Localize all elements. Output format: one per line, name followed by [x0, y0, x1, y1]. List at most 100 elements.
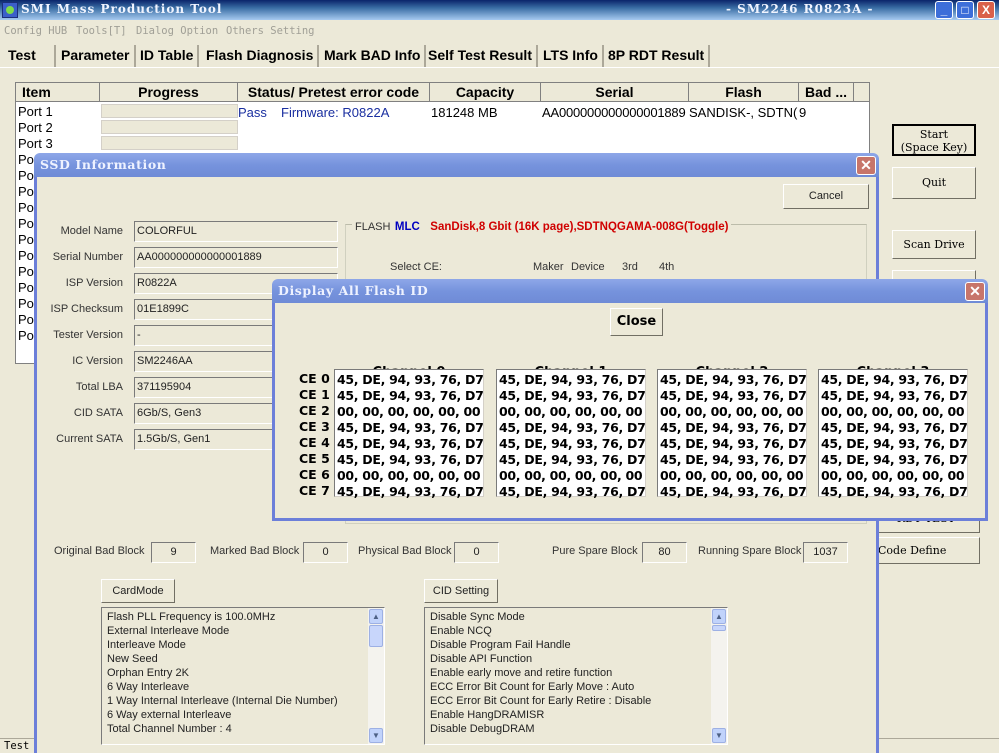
tab-test[interactable]: Test [4, 45, 56, 67]
start-button[interactable]: Start (Space Key) [892, 124, 976, 156]
channel-id-box[interactable]: 45, DE, 94, 93, 76, D7 45, DE, 94, 93, 76… [334, 369, 484, 499]
cancel-button[interactable]: Cancel [783, 184, 869, 209]
list-item[interactable]: 6 Way Interleave [107, 681, 189, 693]
col-bad[interactable]: Bad ... [799, 83, 854, 102]
flash-id-value: 00, 00, 00, 00, 00, 00 [337, 404, 481, 419]
list-item[interactable]: Enable HangDRAMISR [430, 709, 544, 721]
port-row-label[interactable]: Po [18, 232, 34, 247]
list-item[interactable]: Enable NCQ [430, 625, 492, 637]
menu-others-setting[interactable]: Others Setting [226, 25, 315, 37]
flash-prefix: FLASH [355, 221, 391, 233]
tab-parameter[interactable]: Parameter [57, 45, 136, 67]
col-progress[interactable]: Progress [100, 83, 238, 102]
tab-id-table[interactable]: ID Table [136, 45, 200, 67]
port-row-label[interactable]: Po [18, 264, 34, 279]
ce-label: CE 2 [299, 403, 330, 418]
flash-id-value: 45, DE, 94, 93, 76, D7 [337, 420, 484, 435]
scroll-up-icon[interactable]: ▲ [712, 609, 726, 624]
row1-status: Pass [238, 105, 267, 120]
port-row-label[interactable]: Po [18, 328, 34, 343]
window-version: - SM2246 R0823A - [726, 2, 874, 16]
flash-id-value: 00, 00, 00, 00, 00, 00 [499, 468, 643, 483]
cid-setting-list[interactable]: Disable Sync Mode Enable NCQ Disable Progr… [424, 607, 728, 745]
cid-scrollbar[interactable]: ▲ ▼ [711, 608, 727, 744]
quit-button[interactable]: Quit [892, 167, 976, 199]
list-item[interactable]: Disable DebugDRAM [430, 723, 535, 735]
code-define-button[interactable]: Code Define [872, 537, 980, 564]
maximize-button[interactable]: □ [956, 1, 974, 19]
menu-tools[interactable]: Tools[T] [76, 25, 127, 37]
col-serial[interactable]: Serial [541, 83, 689, 102]
list-item[interactable]: Total Channel Number : 4 [107, 723, 232, 735]
port-row-label[interactable]: Po [18, 216, 34, 231]
port-row-label[interactable]: Po [18, 168, 34, 183]
window-title: SMI Mass Production Tool [21, 2, 223, 16]
menu-config-hub[interactable]: Config HUB [4, 25, 67, 37]
list-item[interactable]: Disable Sync Mode [430, 611, 525, 623]
col-capacity[interactable]: Capacity [430, 83, 541, 102]
tab-self-test-result[interactable]: Self Test Result [424, 45, 538, 67]
list-item[interactable]: Enable early move and retire function [430, 667, 612, 679]
port-row-label[interactable]: Port 1 [18, 104, 53, 119]
col-item[interactable]: Item [16, 83, 100, 102]
scroll-down-icon[interactable]: ▼ [712, 728, 726, 743]
list-item[interactable]: ECC Error Bit Count for Early Move : Aut… [430, 681, 634, 693]
close-flash-id-button[interactable]: Close [610, 308, 663, 336]
list-item[interactable]: Interleave Mode [107, 639, 186, 651]
port-row-label[interactable]: Po [18, 200, 34, 215]
port-row-label[interactable]: Po [18, 248, 34, 263]
list-item[interactable]: Disable Program Fail Handle [430, 639, 571, 651]
field-label: Current SATA [56, 433, 123, 445]
port-row-label[interactable]: Po [18, 152, 34, 167]
ce-label: CE 4 [299, 435, 330, 450]
card-mode-button[interactable]: CardMode [101, 579, 175, 603]
physical-bad-block-field: 0 [454, 542, 499, 563]
ce-label: CE 3 [299, 419, 330, 434]
list-item[interactable]: Disable API Function [430, 653, 532, 665]
port-row-label[interactable]: Po [18, 280, 34, 295]
ce-label: CE 1 [299, 387, 330, 402]
flash-id-value: 45, DE, 94, 93, 76, D7 [499, 452, 646, 467]
channel-id-box[interactable]: 45, DE, 94, 93, 76, D7 45, DE, 94, 93, 76… [818, 369, 968, 499]
ssd-info-close-button[interactable]: ✕ [856, 156, 876, 175]
close-icon: ✕ [860, 157, 872, 173]
tab-flash-diagnosis[interactable]: Flash Diagnosis [202, 45, 320, 67]
close-button[interactable]: X [977, 1, 995, 19]
flash-id-titlebar: Display All Flash ID ✕ [272, 279, 988, 303]
channel-id-box[interactable]: 45, DE, 94, 93, 76, D7 45, DE, 94, 93, 76… [657, 369, 807, 499]
scroll-up-icon[interactable]: ▲ [369, 609, 383, 624]
list-item[interactable]: 6 Way external Interleave [107, 709, 231, 721]
minimize-button[interactable]: _ [935, 1, 953, 19]
scroll-thumb[interactable] [712, 625, 726, 631]
row1-serial: AA000000000000001889 [542, 105, 686, 120]
port-row-label[interactable]: Po [18, 296, 34, 311]
list-item[interactable]: 1 Way Internal Interleave (Internal Die … [107, 695, 338, 707]
list-item[interactable]: External Interleave Mode [107, 625, 229, 637]
scan-drive-button[interactable]: Scan Drive [892, 230, 976, 259]
scroll-thumb[interactable] [369, 625, 383, 647]
tab-lts-info[interactable]: LTS Info [539, 45, 604, 67]
col-flash[interactable]: Flash [689, 83, 799, 102]
flash-id-value: 45, DE, 94, 93, 76, D7 [821, 388, 968, 403]
pure-spare-block-field: 80 [642, 542, 687, 563]
card-mode-scrollbar[interactable]: ▲ ▼ [368, 608, 384, 744]
tab-mark-bad-info[interactable]: Mark BAD Info [320, 45, 427, 67]
tab-8p-rdt-result[interactable]: 8P RDT Result [604, 45, 711, 67]
list-item[interactable]: Flash PLL Frequency is 100.0MHz [107, 611, 275, 623]
field-label: Total LBA [75, 381, 123, 393]
flash-id-close-button[interactable]: ✕ [965, 282, 985, 301]
port-row-label[interactable]: Po [18, 184, 34, 199]
port-row-label[interactable]: Po [18, 312, 34, 327]
port-row-label[interactable]: Port 2 [18, 120, 53, 135]
scroll-down-icon[interactable]: ▼ [369, 728, 383, 743]
card-mode-list[interactable]: Flash PLL Frequency is 100.0MHz External … [101, 607, 385, 745]
list-item[interactable]: ECC Error Bit Count for Early Retire : D… [430, 695, 651, 707]
channel-id-box[interactable]: 45, DE, 94, 93, 76, D7 45, DE, 94, 93, 76… [496, 369, 646, 499]
cid-setting-button[interactable]: CID Setting [424, 579, 498, 603]
col-status[interactable]: Status/ Pretest error code [238, 83, 430, 102]
list-item[interactable]: New Seed [107, 653, 158, 665]
list-item[interactable]: Orphan Entry 2K [107, 667, 189, 679]
flash-id-value: 00, 00, 00, 00, 00, 00 [660, 404, 804, 419]
menu-dialog-option[interactable]: Dialog Option [136, 25, 218, 37]
port-row-label[interactable]: Port 3 [18, 136, 53, 151]
